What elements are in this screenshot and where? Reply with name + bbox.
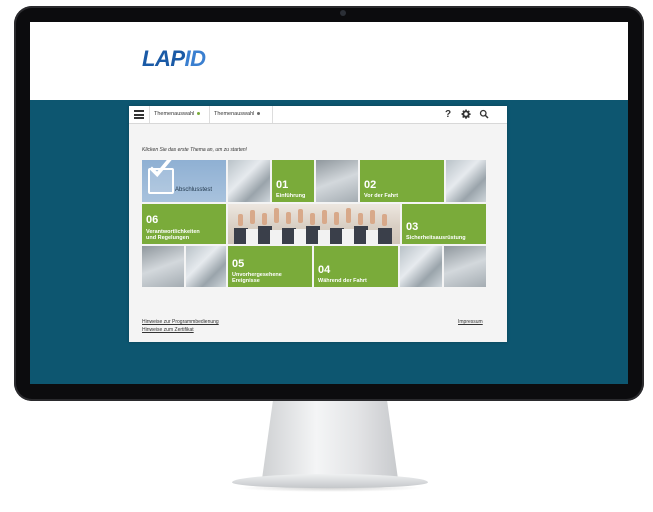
search-icon[interactable]	[478, 108, 490, 121]
tile-label: Vor der Fahrt	[364, 193, 399, 199]
tile-number: 06	[146, 214, 159, 226]
gear-icon[interactable]	[460, 108, 472, 121]
tile-number: 01	[276, 179, 289, 191]
link-impressum[interactable]: Impressum	[458, 319, 483, 325]
breadcrumb-label: Themenauswahl	[214, 111, 255, 117]
monitor-stand-base	[232, 474, 428, 488]
breadcrumb-item-1[interactable]: Themenauswahl	[149, 106, 214, 123]
photo-tile	[400, 246, 442, 287]
tile-topic-06[interactable]: 06 Verantwortlichkeiten und Regelungen	[142, 204, 226, 244]
logo-text-accent: ID	[184, 46, 207, 71]
photo-tile	[228, 160, 270, 202]
status-dot-icon	[257, 112, 261, 116]
site-header: LAPID	[30, 22, 628, 100]
tile-topic-03[interactable]: 03 Sicherheitsausrüstung	[402, 204, 486, 244]
breadcrumb-label: Themenauswahl	[154, 111, 195, 117]
link-certificate-help[interactable]: Hinweise zum Zertifikat	[142, 327, 194, 333]
photo-tile	[186, 246, 226, 287]
photo-tile	[444, 246, 486, 287]
tile-label: Während der Fahrt	[318, 278, 367, 284]
camera-dot	[340, 10, 346, 16]
tile-number: 02	[364, 179, 377, 191]
app-toolbar: Themenauswahl Themenauswahl ?	[129, 106, 507, 124]
tile-label: Abschlusstest	[175, 187, 213, 193]
tile-topic-05[interactable]: 05 Unvorhergesehene Ereignisse	[228, 246, 312, 287]
tile-number: 05	[232, 258, 245, 270]
photo-tile	[142, 246, 184, 287]
start-instruction: Klicken Sie das erste Thema an, um zu st…	[142, 147, 248, 153]
breadcrumb-divider	[272, 106, 273, 123]
tile-abschlusstest[interactable]: Abschlusstest	[142, 160, 226, 202]
topic-grid: Abschlusstest 01 Einführung 02 Vor der F…	[142, 160, 486, 287]
tile-label: Sicherheitsausrüstung	[406, 235, 466, 241]
status-dot-icon	[197, 112, 201, 116]
monitor-screen: LAPID Themenauswahl Themenauswahl ? Klic…	[30, 22, 628, 384]
tile-number: 03	[406, 221, 419, 233]
tile-topic-01[interactable]: 01 Einführung	[272, 160, 314, 202]
tile-topic-02[interactable]: 02 Vor der Fahrt	[360, 160, 444, 202]
tile-topic-04[interactable]: 04 Während der Fahrt	[314, 246, 398, 287]
learning-app-window: Themenauswahl Themenauswahl ? Klicken Si…	[129, 106, 507, 342]
photo-tile	[316, 160, 358, 202]
tile-label-line2: Ereignisse	[232, 278, 260, 284]
logo-text-main: LAP	[142, 46, 185, 71]
lapid-logo[interactable]: LAPID	[142, 46, 206, 72]
monitor-stand-neck	[262, 401, 398, 479]
link-program-help[interactable]: Hinweise zur Programmbedienung	[142, 319, 219, 325]
menu-icon[interactable]	[134, 110, 144, 119]
help-icon[interactable]: ?	[442, 108, 454, 121]
checkmark-icon	[149, 160, 172, 178]
tile-number: 04	[318, 264, 331, 276]
photo-tile	[446, 160, 486, 202]
thumbs-up-people-image	[228, 204, 400, 244]
tile-label: Einführung	[276, 193, 306, 199]
tile-label-line2: und Regelungen	[146, 235, 190, 241]
